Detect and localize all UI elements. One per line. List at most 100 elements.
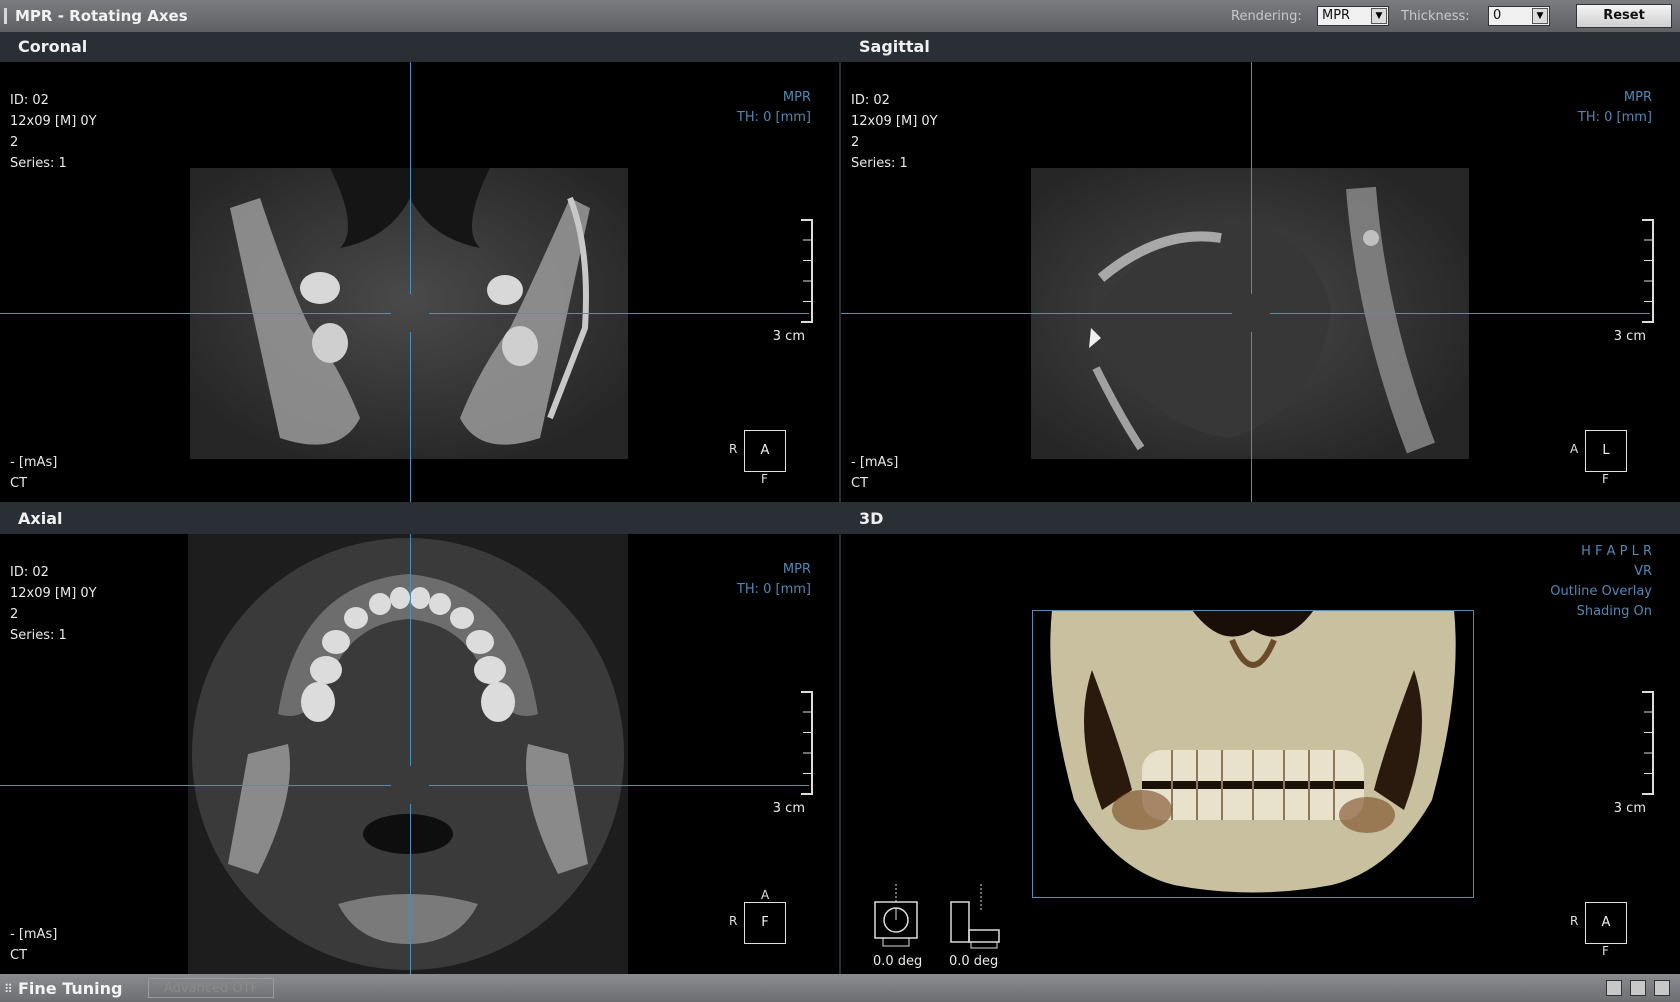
rendering-value: MPR [1322, 8, 1351, 23]
3d-title: 3D [841, 504, 1680, 534]
modality-label: CT [851, 476, 869, 491]
slice-thickness: TH: 0 [mm] [736, 582, 811, 597]
scale-label: 3 cm [1613, 329, 1646, 344]
axial-view[interactable]: ID: 02 12x09 [M] 0Y 2 Series: 1 MPR TH: … [0, 534, 839, 974]
modality-label: CT [10, 476, 28, 491]
patient-size: 12x09 [M] 0Y [10, 586, 97, 601]
coronal-viewport[interactable]: Coronal ID: 02 12x09 [M] 0Y 2 Series: 1 … [0, 32, 839, 502]
thickness-value: 0 [1493, 8, 1502, 23]
horizontal-divider[interactable] [0, 502, 1680, 504]
3d-viewport[interactable]: 3D H F A P L R VR Outline Overlay Shadin… [841, 504, 1680, 974]
coronal-title: Coronal [0, 32, 839, 62]
axial-viewport[interactable]: Axial ID: 02 12x09 [M] 0Y 2 Series: 1 MP… [0, 504, 839, 974]
render-info: MPR TH: 0 [mm] [1578, 88, 1652, 128]
orient-left-label: R [729, 914, 738, 928]
series-label: Series: 1 [10, 156, 67, 171]
chevron-down-icon[interactable]: ▼ [1371, 8, 1387, 24]
layout-1-icon[interactable] [1606, 980, 1622, 996]
acquisition-info: - [mAs] CT [10, 924, 57, 966]
crosshair-horizontal[interactable] [0, 785, 391, 786]
status-bar: ⠿ Fine Tuning Advanced OTF [0, 974, 1680, 1002]
patient-id: ID: 02 [10, 93, 49, 108]
rotation-1-label: 0.0 deg [873, 954, 923, 969]
orientation-cube[interactable]: F [744, 902, 786, 944]
reset-button[interactable]: Reset [1576, 4, 1672, 28]
crosshair-vertical[interactable] [410, 534, 411, 766]
crosshair-vertical[interactable] [410, 332, 411, 502]
3d-view[interactable]: H F A P L R VR Outline Overlay Shading O… [841, 534, 1680, 974]
crosshair-vertical[interactable] [1251, 332, 1252, 502]
render-info: H F A P L R VR Outline Overlay Shading O… [1550, 542, 1652, 622]
crosshair-horizontal[interactable] [429, 313, 809, 314]
overlay-mode: Outline Overlay [1550, 584, 1652, 599]
render-mode: VR [1634, 564, 1652, 579]
acquisition-info: - [mAs] CT [851, 452, 898, 494]
window-grip[interactable] [4, 8, 7, 24]
acquisition-info: - [mAs] CT [10, 452, 57, 494]
render-info: MPR TH: 0 [mm] [737, 88, 811, 128]
coronal-view[interactable]: ID: 02 12x09 [M] 0Y 2 Series: 1 MPR TH: … [0, 62, 839, 502]
series-label: Series: 1 [851, 156, 908, 171]
patient-index: 2 [10, 607, 19, 622]
mas-label: - [mAs] [851, 455, 899, 470]
orientation-cube[interactable]: L [1585, 430, 1627, 472]
slice-thickness: TH: 0 [mm] [1577, 110, 1652, 125]
view-direction-labels[interactable]: H F A P L R [1550, 542, 1652, 562]
orient-bottom-label: F [1602, 472, 1609, 486]
crosshair-horizontal[interactable] [0, 313, 391, 314]
orientation-cube[interactable]: A [744, 430, 786, 472]
thickness-label: Thickness: [1401, 9, 1470, 24]
patient-index: 2 [851, 135, 860, 150]
orient-bottom-label: F [1602, 944, 1609, 958]
title-bar: MPR - Rotating Axes Rendering: MPR ▼ Thi… [0, 0, 1680, 33]
layout-2-icon[interactable] [1630, 980, 1646, 996]
shading-mode: Shading On [1576, 604, 1652, 619]
crosshair-horizontal[interactable] [1270, 313, 1650, 314]
crosshair-vertical[interactable] [410, 804, 411, 974]
patient-info: ID: 02 12x09 [M] 0Y 2 Series: 1 [10, 90, 97, 174]
scale-label: 3 cm [1613, 801, 1646, 816]
drag-handle-icon[interactable]: ⠿ [4, 982, 13, 996]
layout-3-icon[interactable] [1654, 980, 1670, 996]
scale-ruler [801, 691, 813, 795]
render-mode: MPR [782, 90, 811, 105]
scale-ruler [801, 219, 813, 323]
patient-id: ID: 02 [10, 565, 49, 580]
rotate-sagittal-icon[interactable] [949, 884, 1001, 950]
3d-skull-render[interactable] [1032, 610, 1474, 898]
sagittal-view[interactable]: ID: 02 12x09 [M] 0Y 2 Series: 1 MPR TH: … [841, 62, 1680, 502]
rendering-select[interactable]: MPR ▼ [1317, 6, 1389, 26]
orient-bottom-label: F [761, 472, 768, 486]
crosshair-vertical[interactable] [1251, 62, 1252, 294]
axial-ct-image [188, 534, 628, 974]
orient-left-label: R [729, 442, 738, 456]
orient-left-label: A [1570, 442, 1579, 456]
advanced-otf-button[interactable]: Advanced OTF [148, 978, 274, 998]
scale-label: 3 cm [772, 329, 805, 344]
window-title: MPR - Rotating Axes [15, 7, 188, 25]
crosshair-horizontal[interactable] [841, 313, 1232, 314]
chevron-down-icon[interactable]: ▼ [1532, 8, 1548, 24]
render-mode: MPR [782, 562, 811, 577]
thickness-select[interactable]: 0 ▼ [1488, 6, 1550, 26]
mas-label: - [mAs] [10, 927, 58, 942]
patient-index: 2 [10, 135, 19, 150]
orientation-cube[interactable]: A [1585, 902, 1627, 944]
patient-size: 12x09 [M] 0Y [10, 114, 97, 129]
modality-label: CT [10, 948, 28, 963]
render-info: MPR TH: 0 [mm] [737, 560, 811, 600]
render-mode: MPR [1623, 90, 1652, 105]
rendering-label: Rendering: [1231, 9, 1302, 24]
orient-left-label: R [1570, 914, 1579, 928]
patient-id: ID: 02 [851, 93, 890, 108]
fine-tuning-tab[interactable]: Fine Tuning [18, 979, 123, 998]
patient-info: ID: 02 12x09 [M] 0Y 2 Series: 1 [10, 562, 97, 646]
crosshair-vertical[interactable] [410, 62, 411, 294]
axial-title: Axial [0, 504, 839, 534]
slice-thickness: TH: 0 [mm] [736, 110, 811, 125]
rotate-axial-icon[interactable] [873, 884, 919, 950]
patient-size: 12x09 [M] 0Y [851, 114, 938, 129]
scale-label: 3 cm [772, 801, 805, 816]
crosshair-horizontal[interactable] [429, 785, 809, 786]
sagittal-viewport[interactable]: Sagittal ID: 02 12x09 [M] 0Y 2 Series: 1 [841, 32, 1680, 502]
